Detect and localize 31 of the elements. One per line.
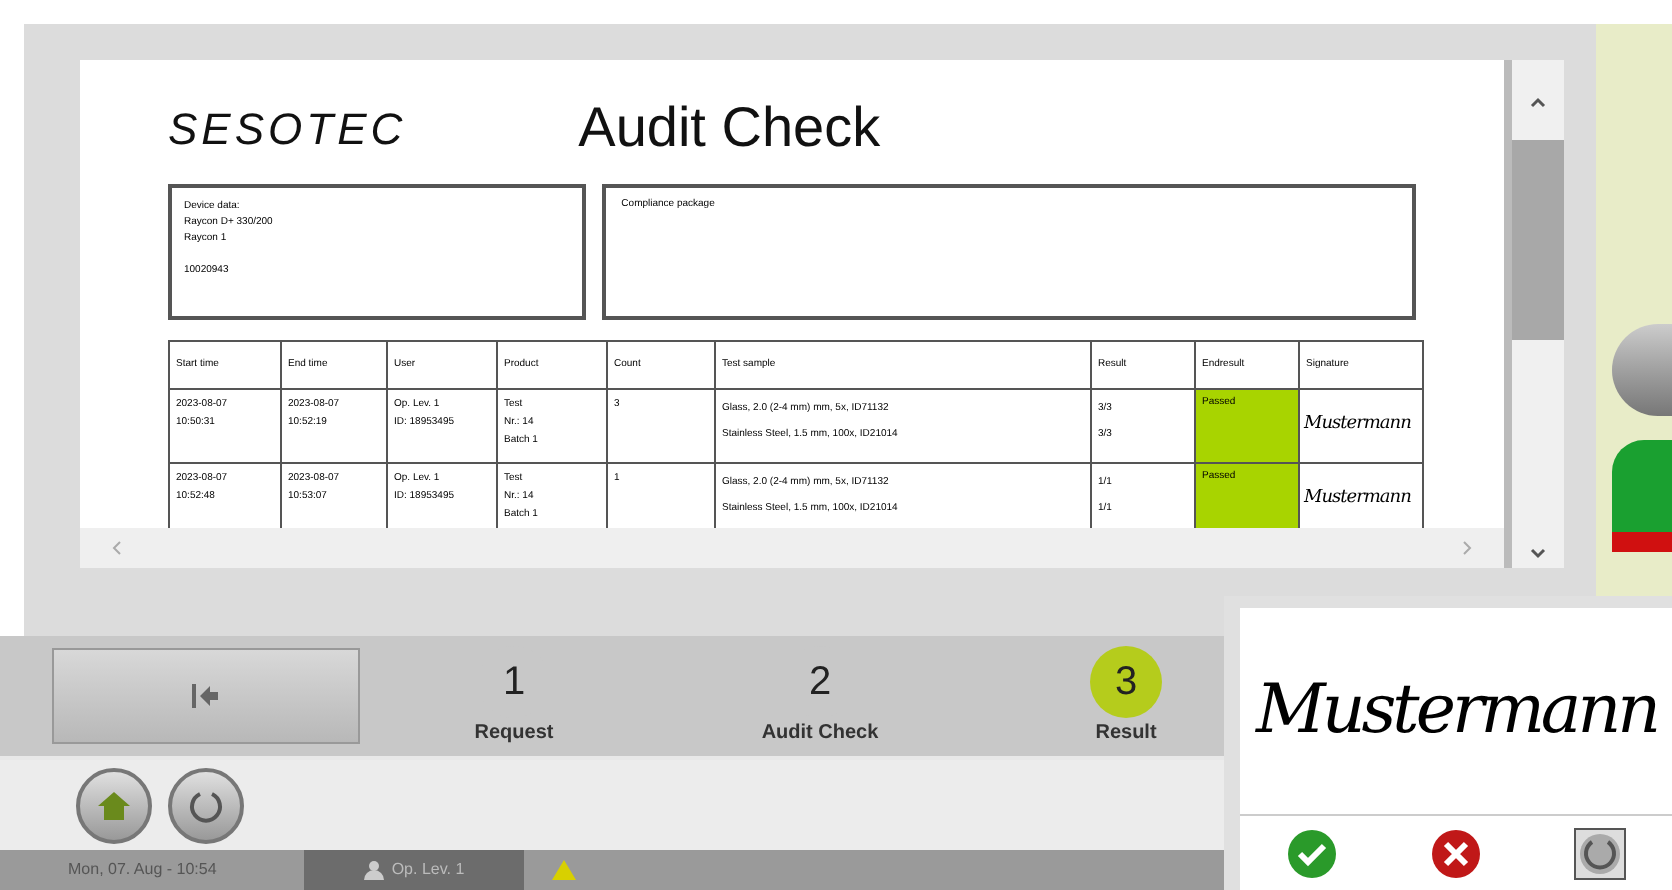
step-tab[interactable]: 1 Request [416,645,612,747]
confirm-icon[interactable] [1286,827,1338,879]
refresh-icon [188,787,224,823]
horizontal-scrollbar[interactable] [80,528,1504,568]
home-button[interactable] [76,767,152,843]
logo: SESOTEC [168,101,407,157]
user-text: Op. Lev. 1 [391,858,465,882]
signature-text: Mustermann [1256,668,1658,754]
back-button[interactable] [52,648,360,744]
document-title: Audit Check [578,94,881,162]
datetime-text: Mon, 07. Aug - 10:54 [68,858,219,882]
user-icon [363,860,384,880]
home-icon [96,789,132,821]
scroll-down-icon[interactable] [1530,548,1546,560]
signature-text: Mustermann [1304,414,1411,435]
scroll-left-icon[interactable] [112,540,122,556]
refresh-button[interactable] [168,767,244,843]
step-tab[interactable]: 2 Audit Check [722,645,918,747]
scroll-up-icon[interactable] [1530,96,1546,108]
collapse-arrow-icon [192,684,220,708]
scroll-thumb[interactable] [1512,140,1564,340]
step-tab[interactable]: 3 Result [1028,645,1224,747]
signature-text: Mustermann [1304,488,1411,509]
start-button[interactable] [1612,440,1672,552]
stop-button[interactable] [1612,324,1672,416]
cancel-icon[interactable] [1430,827,1482,879]
vertical-scrollbar[interactable] [1504,60,1564,568]
step-number: 3 [1090,645,1162,717]
warning-icon [552,860,576,880]
reset-icon[interactable] [1574,827,1626,879]
scroll-right-icon[interactable] [1462,540,1472,556]
